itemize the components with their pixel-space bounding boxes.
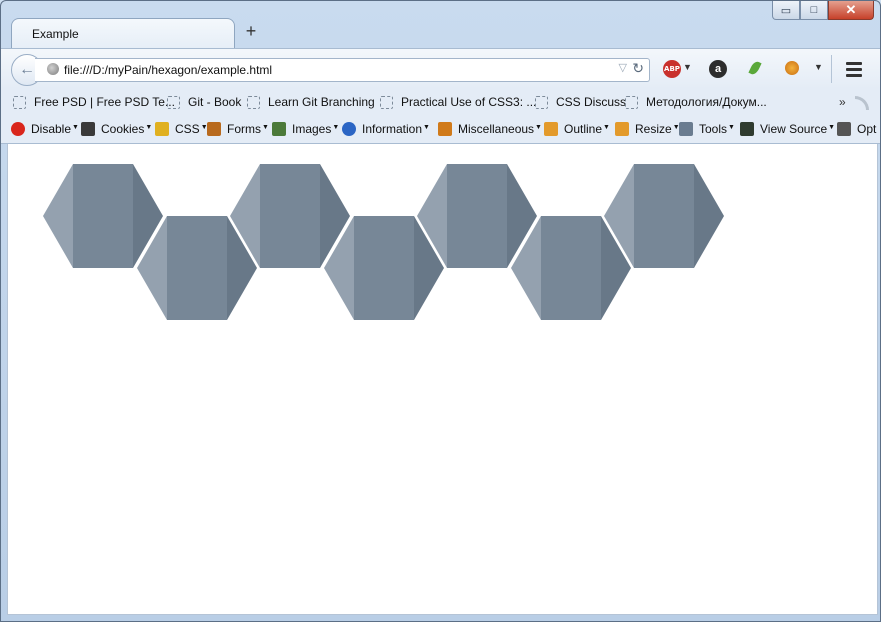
- bookmarks-overflow-chevron-icon[interactable]: »: [839, 95, 846, 109]
- devtool-label: CSS: [175, 122, 200, 136]
- globe-icon: [47, 63, 59, 75]
- bookmark-label: Методология/Докум...: [646, 95, 767, 109]
- leaf-extension-icon[interactable]: [748, 59, 762, 77]
- bookmarks-toolbar: Free PSD | Free PSD Te... Git - Book Lea…: [1, 89, 880, 115]
- reload-icon[interactable]: ↻: [632, 60, 644, 77]
- bookmark-label: Learn Git Branching: [268, 95, 375, 109]
- cookies-icon: [81, 122, 95, 136]
- devtool-label: Information: [362, 122, 423, 136]
- devtool-cookies[interactable]: Cookies ▼: [81, 121, 152, 137]
- hexagon-3: [230, 164, 350, 268]
- devtool-label: Disable: [31, 122, 72, 136]
- toolbar-separator: [831, 55, 832, 83]
- rss-feed-icon[interactable]: [855, 96, 869, 110]
- bookmark-label: Practical Use of CSS3: ...: [401, 95, 537, 109]
- page-content: [7, 144, 878, 615]
- hexagon-2: [137, 216, 257, 320]
- bookmark-item[interactable]: CSS Discuss: [535, 94, 626, 110]
- information-icon: [342, 122, 356, 136]
- title-bar: Example + ▭ □ ✕: [1, 1, 880, 49]
- devtool-disable[interactable]: Disable ▼: [11, 121, 79, 137]
- resize-icon: [615, 122, 629, 136]
- bookmark-label: CSS Discuss: [556, 95, 627, 109]
- close-button[interactable]: ✕: [828, 1, 874, 20]
- css-icon: [155, 122, 169, 136]
- devtool-label: Images: [292, 122, 332, 136]
- hexagon-grid: [43, 164, 724, 320]
- window-controls: ▭ □ ✕: [772, 1, 874, 21]
- bookmark-item[interactable]: Git - Book: [167, 94, 241, 110]
- bookmark-label: Git - Book: [188, 95, 242, 109]
- bookmark-page-icon: [167, 95, 180, 109]
- devtool-label: Outline: [564, 122, 603, 136]
- disable-icon: [11, 122, 25, 136]
- bookmark-page-icon: [247, 95, 260, 109]
- devtool-label: Tools: [699, 122, 728, 136]
- new-tab-button[interactable]: +: [241, 21, 261, 41]
- devtool-options[interactable]: Opt: [837, 121, 876, 137]
- devtool-images[interactable]: Images ▼: [272, 121, 339, 137]
- browser-window: Example + ▭ □ ✕ ← file:///D:/myPain/hexa…: [0, 0, 881, 622]
- devtool-label: Opt: [857, 122, 877, 136]
- bookmark-item[interactable]: Методология/Докум...: [625, 94, 767, 110]
- devtool-information[interactable]: Information ▼: [342, 121, 430, 137]
- firebug-icon[interactable]: [785, 61, 799, 75]
- bookmark-page-icon: [625, 95, 638, 109]
- tab-title: Example: [32, 27, 79, 41]
- hexagon-5: [417, 164, 537, 268]
- forms-icon: [207, 122, 221, 136]
- bookmark-item[interactable]: Free PSD | Free PSD Te...: [13, 94, 175, 110]
- web-developer-toolbar: Disable ▼ Cookies ▼ CSS ▼ Forms ▼ Images ▼ In…: [1, 115, 880, 144]
- devtool-forms[interactable]: Forms ▼: [207, 121, 269, 137]
- firebug-dropdown-icon[interactable]: ▼: [814, 62, 823, 72]
- hexagon-1: [43, 164, 163, 268]
- adblock-plus-icon[interactable]: ABP: [663, 60, 681, 78]
- options-icon: [837, 122, 851, 136]
- view-source-icon: [740, 122, 754, 136]
- devtool-label: Miscellaneous: [458, 122, 535, 136]
- bookmark-label: Free PSD | Free PSD Te...: [34, 95, 175, 109]
- bookmark-item[interactable]: Learn Git Branching: [247, 94, 375, 110]
- url-history-dropdown-icon[interactable]: ▽: [619, 61, 627, 74]
- maximize-button[interactable]: □: [800, 1, 828, 20]
- bookmark-page-icon: [535, 95, 548, 109]
- url-text: file:///D:/myPain/hexagon/example.html: [64, 63, 273, 77]
- bookmark-page-icon: [380, 95, 393, 109]
- images-icon: [272, 122, 286, 136]
- devtool-css[interactable]: CSS ▼: [155, 121, 208, 137]
- bookmark-item[interactable]: Practical Use of CSS3: ...: [380, 94, 536, 110]
- devtool-outline[interactable]: Outline ▼: [544, 121, 610, 137]
- navigation-bar: ← file:///D:/myPain/hexagon/example.html…: [1, 48, 880, 89]
- devtool-miscellaneous[interactable]: Miscellaneous ▼: [438, 121, 542, 137]
- url-bar[interactable]: file:///D:/myPain/hexagon/example.html ▽…: [35, 58, 650, 82]
- devtool-label: Cookies: [101, 122, 145, 136]
- devtool-label: View Source: [760, 122, 828, 136]
- hamburger-menu-icon[interactable]: [846, 62, 862, 80]
- miscellaneous-icon: [438, 122, 452, 136]
- devtool-resize[interactable]: Resize ▼: [615, 121, 680, 137]
- minimize-button[interactable]: ▭: [772, 1, 800, 20]
- outline-icon: [544, 122, 558, 136]
- tab-example[interactable]: Example: [11, 18, 235, 49]
- devtool-label: Forms: [227, 122, 261, 136]
- devtool-view-source[interactable]: View Source ▼: [740, 121, 835, 137]
- adblock-dropdown-icon[interactable]: ▼: [683, 62, 692, 72]
- hexagon-6: [511, 216, 631, 320]
- hexagon-4: [324, 216, 444, 320]
- bookmark-page-icon: [13, 95, 26, 109]
- back-arrow-icon: ←: [19, 61, 35, 78]
- hexagon-7: [604, 164, 724, 268]
- devtool-tools[interactable]: Tools ▼: [679, 121, 735, 137]
- tools-icon: [679, 122, 693, 136]
- devtool-label: Resize: [635, 122, 672, 136]
- extension-a-icon[interactable]: a: [709, 60, 727, 78]
